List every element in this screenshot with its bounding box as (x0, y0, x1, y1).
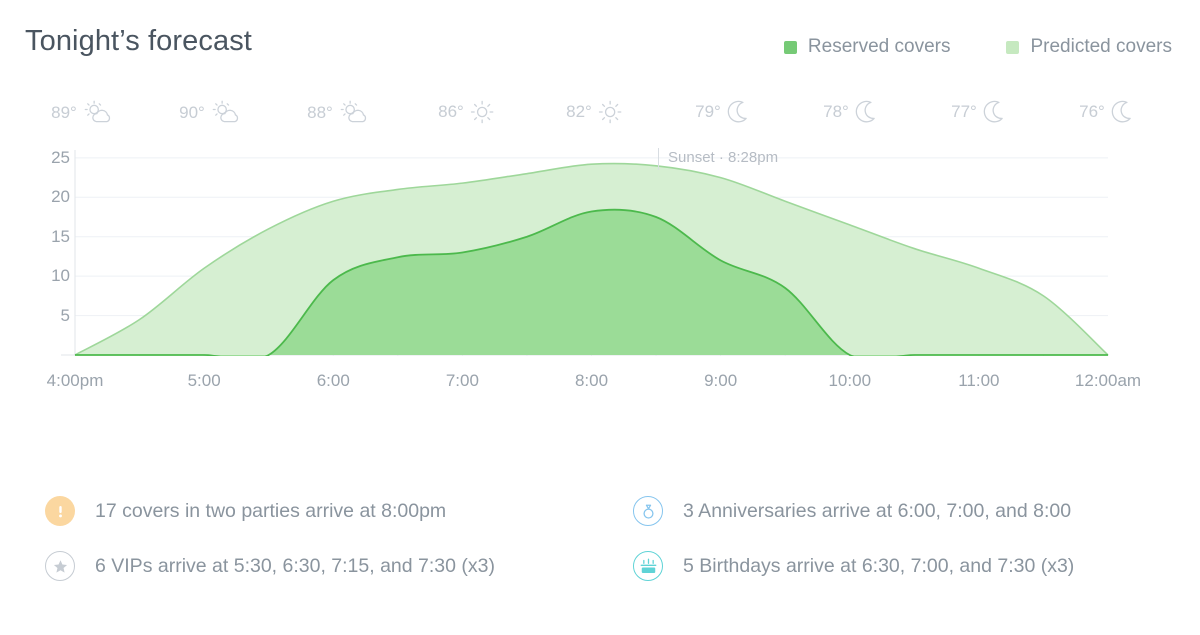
sunset-rule (658, 148, 659, 170)
legend-label-predicted: Predicted covers (1030, 36, 1172, 57)
weather-temp: 82° (566, 102, 592, 121)
y-tick-5: 5 (60, 305, 70, 325)
sun-icon (598, 100, 622, 124)
x-tick-4: 8:00 (574, 371, 609, 390)
weather-temp: 76° (1079, 102, 1105, 121)
sunset-label: Sunset · 8:28pm (668, 149, 779, 166)
weather-cell-8: 76° (1079, 100, 1133, 124)
y-tick-20: 20 (51, 187, 70, 207)
summary-legend-text: 3 Anniversaries arrive at 6:00, 7:00, an… (683, 499, 1072, 522)
partly-cloudy-icon (339, 100, 369, 126)
weather-temp: 90° (179, 103, 205, 122)
summary-legend-text: 17 covers in two parties arrive at 8:00p… (95, 499, 447, 522)
y-tick-10: 10 (51, 266, 70, 286)
star-icon (45, 551, 75, 581)
sun-icon (470, 100, 494, 124)
summary-legend-anniversary[interactable]: 3 Anniversaries arrive at 6:00, 7:00, an… (633, 496, 1071, 526)
cake-icon (633, 551, 663, 581)
y-tick-25: 25 (51, 147, 70, 167)
reserved-swatch-icon (783, 40, 797, 54)
moon-icon (727, 100, 749, 124)
partly-cloudy-icon (83, 100, 113, 126)
x-tick-6: 10:00 (828, 371, 872, 390)
x-tick-1: 5:00 (187, 371, 221, 390)
summary-legend-vip[interactable]: 6 VIPs arrive at 5:30, 6:30, 7:15, and 7… (45, 551, 495, 581)
weather-temp: 88° (307, 103, 333, 122)
forecast-panel: Tonight’s forecast Reserved covers Predi… (0, 0, 1200, 635)
weather-cell-6: 78° (823, 100, 877, 124)
weather-cell-4: 82° (566, 100, 622, 124)
chart-legend: Reserved covers Predicted covers (783, 36, 1172, 58)
x-tick-0: 4:00pm (46, 371, 104, 390)
moon-icon (983, 100, 1005, 124)
weather-temp: 79° (695, 102, 721, 121)
page-title: Tonight’s forecast (25, 25, 252, 57)
ring-icon (633, 496, 663, 526)
weather-cell-7: 77° (951, 100, 1005, 124)
weather-cell-0: 89° (51, 100, 113, 126)
legend-label-reserved: Reserved covers (807, 36, 951, 57)
x-tick-3: 7:00 (445, 371, 479, 390)
covers-area-chart (0, 150, 1200, 390)
moon-icon (855, 100, 877, 124)
summary-legend-text: 5 Birthdays arrive at 6:30, 7:00, and 7:… (683, 554, 1075, 577)
summary-legend-alert[interactable]: 17 covers in two parties arrive at 8:00p… (45, 496, 446, 526)
chart-svg (0, 150, 1200, 390)
summary-legend-birthday[interactable]: 5 Birthdays arrive at 6:30, 7:00, and 7:… (633, 551, 1074, 581)
x-tick-5: 9:00 (704, 371, 738, 390)
x-tick-2: 6:00 (316, 371, 350, 390)
weather-cell-3: 86° (438, 100, 494, 124)
partly-cloudy-icon (211, 100, 241, 126)
weather-cell-2: 88° (307, 100, 369, 126)
summary-legend-text: 6 VIPs arrive at 5:30, 6:30, 7:15, and 7… (95, 554, 495, 577)
weather-temp: 77° (951, 102, 977, 121)
legend-item-reserved[interactable]: Reserved covers (783, 36, 951, 58)
x-tick-7: 11:00 (958, 371, 1000, 390)
legend-item-predicted[interactable]: Predicted covers (1006, 36, 1172, 58)
exclamation-icon (45, 496, 75, 526)
reservation-markers: 3 3 (0, 392, 1200, 484)
moon-icon (1111, 100, 1133, 124)
weather-strip: 89° 90° 88° 86° 82° 79° 78° 77° 76° (0, 100, 1200, 144)
weather-temp: 89° (51, 103, 77, 122)
sunset-annotation: Sunset · 8:28pm (658, 148, 778, 170)
predicted-swatch-icon (1006, 40, 1020, 54)
weather-cell-5: 79° (695, 100, 749, 124)
y-tick-15: 15 (51, 226, 70, 246)
x-tick-8: 12:00am (1074, 371, 1142, 390)
weather-cell-1: 90° (179, 100, 241, 126)
weather-temp: 78° (823, 102, 849, 121)
weather-temp: 86° (438, 102, 464, 121)
